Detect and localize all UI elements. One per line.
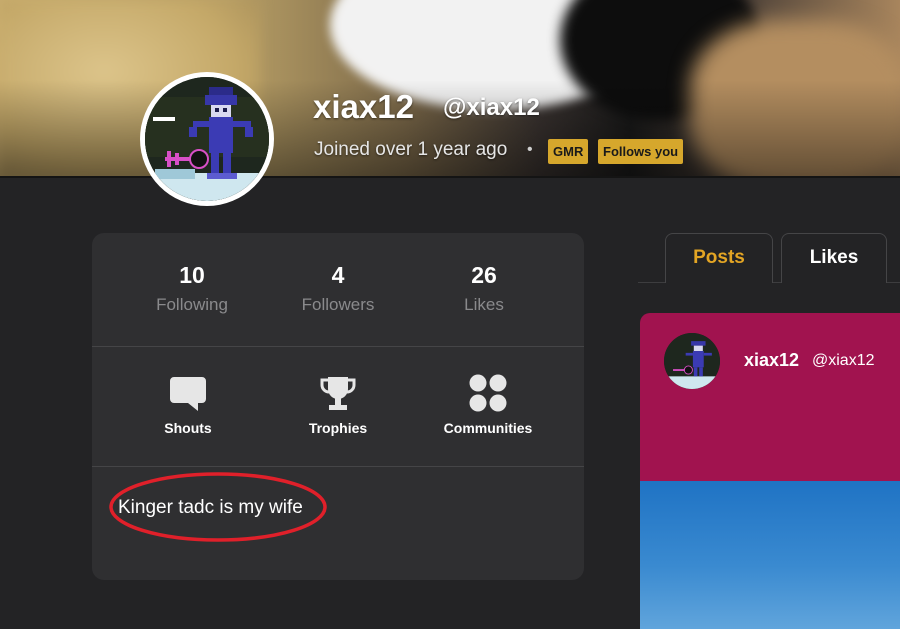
tab-likes[interactable]: Likes	[781, 233, 887, 283]
post-author-name[interactable]: xiax12	[744, 350, 799, 371]
tab-posts[interactable]: Posts	[665, 233, 773, 283]
trophies-button[interactable]: Trophies	[278, 373, 398, 436]
stat-value: 10	[179, 262, 205, 288]
profile-stats-panel: 10 Following 4 Followers 26 Likes Shouts…	[92, 233, 584, 580]
panel-divider	[92, 346, 584, 347]
follows-you-badge: Follows you	[598, 139, 684, 164]
separator-dot: •	[527, 141, 533, 158]
shouts-label: Shouts	[164, 420, 212, 436]
trophies-label: Trophies	[308, 420, 368, 436]
stat-following[interactable]: 10 Following	[132, 262, 252, 315]
post-card[interactable]: xiax12 @xiax12	[640, 313, 900, 629]
communities-label: Communities	[443, 420, 533, 436]
profile-handle: @xiax12	[443, 94, 540, 121]
red-annotation-ellipse	[109, 472, 327, 542]
post-author-handle[interactable]: @xiax12	[812, 352, 875, 370]
communities-button[interactable]: Communities	[428, 373, 548, 436]
trophy-icon	[320, 377, 356, 410]
profile-display-name: xiax12	[313, 88, 414, 125]
shouts-button[interactable]: Shouts	[128, 373, 248, 436]
stat-value: 26	[471, 262, 497, 288]
stat-label: Likes	[464, 295, 504, 314]
stat-label: Following	[156, 295, 228, 314]
profile-avatar[interactable]	[140, 72, 274, 206]
stat-value: 4	[331, 262, 345, 288]
banner-divider	[0, 176, 900, 178]
grid-dots-icon	[469, 374, 507, 412]
post-author-avatar[interactable]	[664, 333, 720, 389]
stat-label: Followers	[301, 295, 375, 314]
pixel-character-icon	[145, 77, 269, 201]
stat-likes[interactable]: 26 Likes	[424, 262, 544, 315]
gmr-badge: GMR	[548, 139, 589, 164]
stat-followers[interactable]: 4 Followers	[278, 262, 398, 315]
post-image[interactable]	[640, 481, 900, 629]
joined-date: Joined over 1 year ago	[314, 139, 508, 160]
speech-bubble-icon	[170, 377, 206, 411]
pixel-character-icon	[664, 333, 720, 389]
panel-divider	[92, 466, 584, 467]
